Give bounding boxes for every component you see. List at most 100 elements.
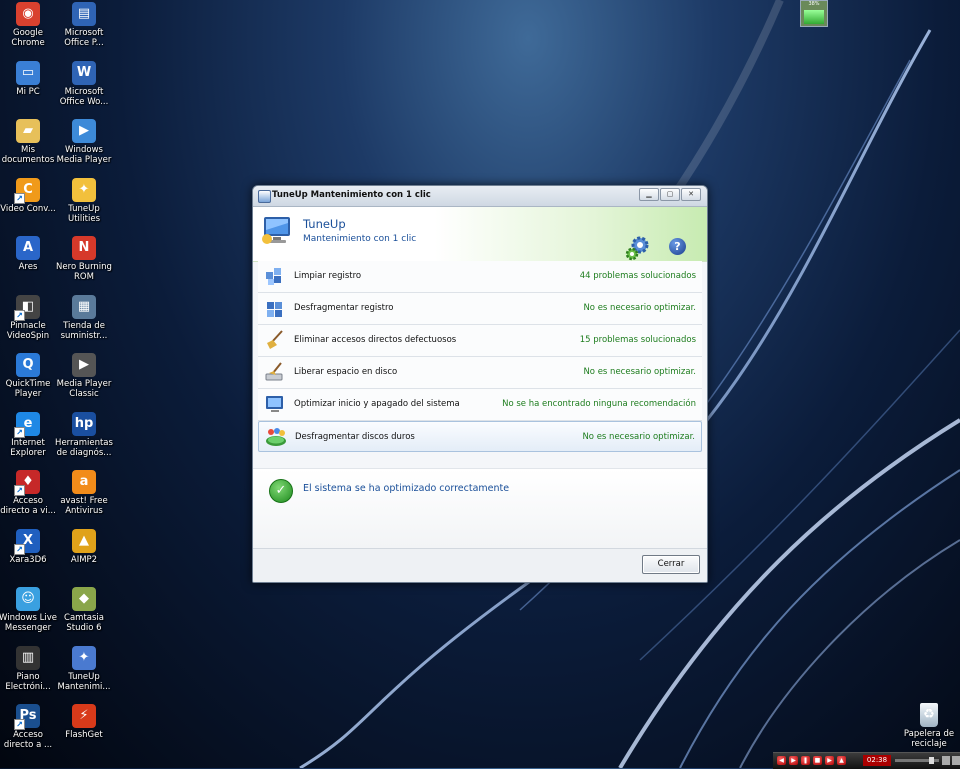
desktop-icon-label: Acceso directo a vi... [0, 496, 56, 516]
desktop-icon[interactable]: ▭ Mi PC [0, 60, 57, 97]
player-close-icon[interactable] [952, 756, 960, 765]
player-stop-icon[interactable]: ■ [813, 756, 822, 765]
icon-chrome: ◉ [16, 2, 40, 26]
player-minimize-icon[interactable] [942, 756, 950, 765]
player-volume-knob[interactable] [929, 757, 934, 764]
help-icon[interactable]: ? [669, 238, 686, 255]
icon-aimp: ▲ [72, 528, 96, 553]
task-label: Limpiar registro [294, 271, 362, 281]
tuneup-window: TuneUp Mantenimiento con 1 clic ▁ ▢ ✕ Tu… [252, 185, 708, 583]
icon-media-player: ▶ [72, 119, 96, 143]
desktop-icon[interactable]: eInternet Explorer [0, 411, 57, 458]
icon-piano: ▥ [16, 645, 40, 670]
desktop-icon-label: AIMP2 [70, 554, 98, 565]
tray-widget[interactable]: 38% [800, 0, 828, 27]
player-next-icon[interactable]: ▶ [825, 756, 834, 765]
desktop-icon-label: avast! Free Antivirus [60, 496, 108, 516]
desktop-icon-label: Video Conv... [0, 203, 56, 214]
desktop-icon[interactable]: ◆ Camtasia Studio 6 [55, 587, 113, 633]
desktop-icon[interactable]: ✦ TuneUp Utilities [55, 177, 113, 224]
desktop-icon-label: Acceso directo a ... [3, 730, 53, 750]
task-row-limpiar-registro[interactable]: Limpiar registro 44 problemas solucionad… [258, 261, 702, 293]
desktop-icon[interactable]: ▥ Piano Electróni... [0, 645, 57, 692]
desktop-icon[interactable]: ▰ Mis documentos [0, 119, 57, 165]
desktop-icon-label: Windows Media Player [56, 145, 112, 165]
desktop-icon[interactable]: ♦Acceso directo a vi... [0, 470, 57, 516]
icon-nero: N [72, 236, 96, 260]
desktop-icon-label: TuneUp Mantenimi... [57, 671, 111, 692]
task-label: Desfragmentar discos duros [295, 432, 415, 442]
task-list: Limpiar registro 44 problemas solucionad… [258, 261, 702, 452]
desktop-icon[interactable]: ▲ AIMP2 [55, 528, 113, 565]
close-window-button[interactable]: ✕ [681, 188, 701, 201]
recycle-bin[interactable]: ♻ Papelera de reciclaje [899, 703, 959, 749]
desktop-icon-label: Pinnacle VideoSpin [6, 320, 50, 341]
success-check-icon: ✓ [269, 479, 293, 503]
icon-avast: a [72, 470, 96, 494]
player-volume-slider[interactable] [895, 757, 939, 764]
desktop-icon[interactable]: ▶ Windows Media Player [55, 119, 113, 165]
success-message: El sistema se ha optimizado correctament… [303, 483, 510, 494]
title-bar[interactable]: TuneUp Mantenimiento con 1 clic ▁ ▢ ✕ [253, 186, 707, 207]
player-prev-icon[interactable]: ◀ [777, 756, 786, 765]
task-status: 44 problemas solucionados [579, 271, 696, 281]
desktop-icon[interactable]: XXara3D6 [0, 528, 57, 565]
desktop-icon[interactable]: ▦ Tienda de suministr... [55, 294, 113, 341]
desktop-icon[interactable]: ▶ Media Player Classic [55, 353, 113, 399]
desktop-icon[interactable]: A Ares [0, 236, 57, 272]
desktop-icon[interactable]: N Nero Burning ROM [55, 236, 113, 282]
desktop-icon-label: Windows Live Messenger [0, 613, 58, 633]
task-status: No es necesario optimizar. [583, 303, 696, 313]
task-row-optimizar-inicio[interactable]: Optimizar inicio y apagado del sistema N… [258, 389, 702, 421]
desktop-icon-label: Google Chrome [11, 28, 45, 48]
desktop-icon[interactable]: Q QuickTime Player [0, 353, 57, 399]
desktop-icon-label: Mis documentos [1, 145, 55, 165]
desktop-icon[interactable]: hp Herramientas de diagnós... [55, 411, 113, 458]
task-row-liberar-espacio[interactable]: Liberar espacio en disco No es necesario… [258, 357, 702, 389]
task-label: Desfragmentar registro [294, 303, 394, 313]
desktop-icon[interactable]: ✦ TuneUp Mantenimi... [55, 645, 113, 692]
desktop-icon[interactable]: W Microsoft Office Wo... [55, 60, 113, 107]
desktop-icon-label: Piano Electróni... [5, 671, 51, 692]
desktop-icon-label: Mi PC [16, 86, 40, 97]
close-button[interactable]: Cerrar [642, 555, 700, 574]
player-play-icon[interactable]: ▶ [789, 756, 798, 765]
desktop-icon[interactable]: PsAcceso directo a ... [0, 704, 57, 750]
desktop-icon-label: Ares [18, 262, 38, 272]
gear-icon[interactable] [625, 235, 651, 261]
task-label: Eliminar accesos directos defectuosos [294, 335, 457, 345]
desktop-icon[interactable]: CVideo Conv... [0, 177, 57, 214]
task-label: Optimizar inicio y apagado del sistema [294, 399, 460, 409]
player-pause-icon[interactable]: ❚ [801, 756, 810, 765]
window-controls: ▁ ▢ ✕ [639, 188, 701, 201]
icon-flashget: ⚡ [72, 704, 96, 728]
task-status: 15 problemas solucionados [579, 335, 696, 345]
task-row-eliminar-accesos[interactable]: Eliminar accesos directos defectuosos 15… [258, 325, 702, 357]
app-subtitle: Mantenimiento con 1 clic [303, 234, 417, 244]
task-row-desfragmentar-registro[interactable]: Desfragmentar registro No es necesario o… [258, 293, 702, 325]
desktop-icon[interactable]: ◉ Google Chrome [0, 2, 57, 48]
icon-folder: ▰ [16, 119, 40, 143]
desktop-icon[interactable]: ▤ Microsoft Office P... [55, 2, 113, 48]
icon-quicktime: Q [16, 353, 40, 377]
desktop-icon-label: Nero Burning ROM [56, 262, 112, 282]
desktop-icon[interactable]: ☺ Windows Live Messenger [0, 587, 57, 633]
tuneup-monitor-icon [262, 217, 290, 244]
desktop-icon[interactable]: ◧Pinnacle VideoSpin [0, 294, 57, 341]
icon-office-doc: ▤ [72, 2, 96, 26]
broom-icon [267, 330, 283, 349]
maximize-button[interactable]: ▢ [660, 188, 680, 201]
desktop-icon-label: Camtasia Studio 6 [64, 613, 104, 633]
icon-camtasia: ◆ [72, 587, 96, 611]
task-status: No es necesario optimizar. [583, 367, 696, 377]
minimize-button[interactable]: ▁ [639, 188, 659, 201]
task-status: No es necesario optimizar. [582, 432, 695, 442]
desktop-icon[interactable]: ⚡ FlashGet [55, 704, 113, 740]
task-row-desfragmentar-discos[interactable]: Desfragmentar discos duros No es necesar… [258, 421, 702, 452]
desktop-icon-label: FlashGet [65, 730, 103, 740]
desktop-icon[interactable]: a avast! Free Antivirus [55, 470, 113, 516]
player-eject-icon[interactable]: ▲ [837, 756, 846, 765]
desktop-icon-label: Internet Explorer [10, 437, 46, 458]
media-player-bar: ◀ ▶ ❚ ■ ▶ ▲ 02:38 [773, 752, 960, 769]
icon-shortcut-red: ♦ [14, 470, 40, 496]
